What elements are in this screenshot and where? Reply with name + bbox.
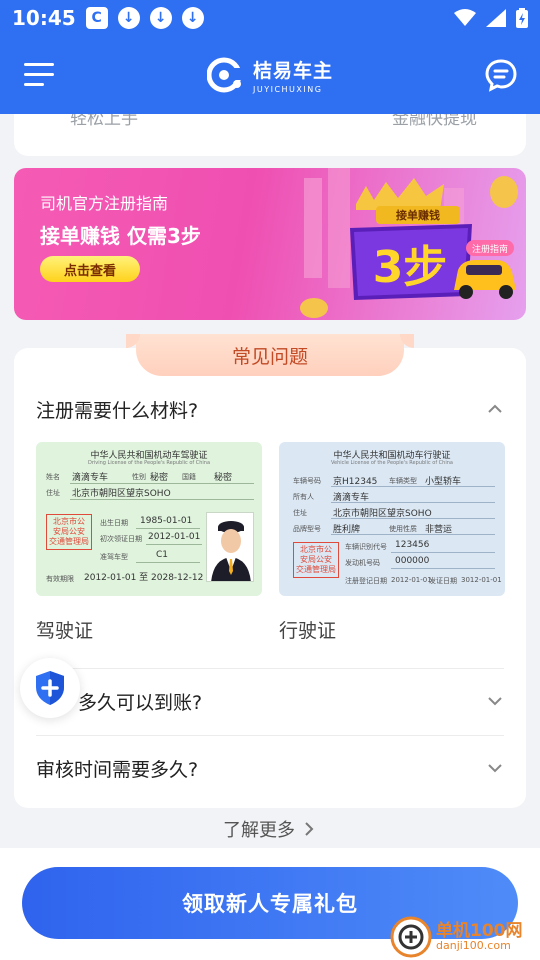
security-shield-button[interactable]: [20, 658, 80, 718]
license-label: 出生日期: [100, 519, 128, 527]
license-value: 000000: [395, 556, 430, 566]
license-label: 所有人: [293, 493, 314, 501]
banner-art-big: 3步: [373, 242, 448, 293]
chevron-right-icon: [305, 822, 314, 836]
learn-more-label: 了解更多: [223, 820, 295, 841]
license-label: 车辆识别代号: [345, 543, 387, 551]
license-label: 住址: [293, 509, 307, 517]
signal-icon: [486, 9, 506, 27]
banner-art-badge: 接单赚钱: [396, 208, 440, 222]
license-label: 车辆号码: [293, 477, 321, 485]
license-stamp: 北京市公 安局公安 交通管理局: [46, 514, 92, 550]
divider: [36, 735, 504, 736]
chevron-down-icon: [488, 764, 502, 773]
brand: 桔易车主 JUYICHUXING: [206, 56, 333, 94]
menu-line: [24, 83, 44, 86]
license-value: 滴滴专车: [72, 473, 109, 483]
license-label: 注册登记日期: [345, 577, 387, 585]
license-subtitle: Driving License of the People's Republic…: [87, 460, 211, 466]
license-value: 123456: [395, 540, 430, 550]
license-value: C1: [156, 550, 169, 560]
wifi-icon: [454, 9, 476, 26]
watermark-cn: 单机100网: [436, 921, 523, 941]
driver-photo: [206, 512, 254, 582]
license-label: 准驾车型: [100, 553, 128, 561]
license-value: 1985-01-01: [140, 516, 193, 526]
chevron-down-icon: [488, 697, 502, 706]
divider: [36, 668, 504, 669]
watermark-en: danji100.com: [436, 939, 511, 952]
faq-question-materials[interactable]: 注册需要什么材料?: [36, 386, 504, 432]
license-value: 2012-01-01 至 2028-12-12: [84, 573, 204, 583]
driver-license-image: 中华人民共和国机动车驾驶证 Driving License of the Peo…: [36, 442, 262, 596]
license-label: 性别: [132, 473, 146, 481]
license-value: 2012-01-01: [148, 532, 201, 542]
shield-plus-icon: [36, 671, 64, 705]
driver-license-caption: 驾驶证: [36, 620, 94, 642]
license-value: 3012-01-01: [461, 576, 502, 584]
chevron-up-icon: [488, 404, 502, 413]
license-label: 国籍: [182, 473, 196, 481]
license-value: 秘密: [150, 473, 169, 483]
faq-question-arrival[interactable]: 多久可以到账?: [36, 678, 504, 724]
faq-card: 常见问题 注册需要什么材料? 中华人民共和国机动车驾驶证 Driving Lic…: [14, 334, 526, 808]
faq-header: 常见问题: [126, 334, 414, 376]
banner-subtitle: 司机官方注册指南: [40, 194, 169, 213]
download-icon: ↓: [149, 7, 172, 29]
download-icon: ↓: [181, 7, 204, 29]
menu-line: [24, 73, 54, 76]
status-bar: 10:45 C ↓ ↓ ↓: [0, 0, 540, 36]
license-label: 车辆类型: [389, 477, 417, 485]
license-subtitle: Vehicle License of the People's Republic…: [331, 460, 453, 466]
learn-more-link[interactable]: 了解更多: [0, 808, 540, 850]
faq-question-review-time[interactable]: 审核时间需要多久?: [36, 745, 504, 791]
banner-art-tag: 注册指南: [472, 243, 508, 255]
watermark-logo: [390, 916, 432, 958]
faq-question-text: 审核时间需要多久?: [36, 758, 199, 781]
brand-name-en: JUYICHUXING: [252, 85, 323, 94]
banner-illustration: 接单赚钱 3步 注册指南: [300, 168, 518, 318]
banner-view-button[interactable]: 点击查看: [40, 256, 140, 282]
license-value: 北京市朝阳区望京SOHO: [72, 489, 171, 499]
license-label: 使用性质: [389, 525, 417, 533]
watermark: 单机100网 danji100.com: [390, 914, 540, 960]
license-label: 姓名: [46, 473, 60, 481]
message-icon[interactable]: [484, 58, 518, 92]
faq-question-text: 注册需要什么材料?: [36, 399, 199, 422]
license-label: 品牌型号: [293, 525, 321, 533]
license-stamp: 北京市公 安局公安 交通管理局: [293, 542, 339, 578]
vehicle-license-image: 中华人民共和国机动车行驶证 Vehicle License of the Peo…: [279, 442, 505, 596]
feature-right-label: 金融快提现: [392, 114, 477, 129]
license-label: 初次领证日期: [100, 535, 142, 543]
brand-name: 桔易车主: [252, 60, 333, 82]
app-bar: 桔易车主 JUYICHUXING: [0, 36, 540, 114]
license-label: 住址: [46, 489, 60, 497]
battery-icon: [516, 8, 528, 28]
license-label: 发动机号码: [345, 559, 380, 567]
license-label: 有效期限: [46, 575, 74, 583]
menu-line: [24, 63, 54, 66]
license-label: 发证日期: [429, 577, 457, 585]
menu-button[interactable]: [24, 63, 56, 87]
license-value: 2012-01-01: [391, 576, 432, 584]
status-time: 10:45: [12, 6, 76, 30]
download-icon: ↓: [117, 7, 140, 29]
vehicle-license-caption: 行驶证: [279, 620, 337, 642]
app-icon: C: [85, 7, 108, 29]
banner-title: 接单赚钱 仅需3步: [40, 224, 201, 248]
feature-card: 轻松上手 金融快提现: [14, 114, 526, 156]
feature-left-label: 轻松上手: [70, 114, 138, 129]
brand-logo-icon: [206, 57, 245, 93]
license-value: 秘密: [214, 473, 233, 483]
registration-guide-banner[interactable]: 司机官方注册指南 接单赚钱 仅需3步 点击查看 接单赚钱 3步 注册指南: [14, 168, 526, 320]
